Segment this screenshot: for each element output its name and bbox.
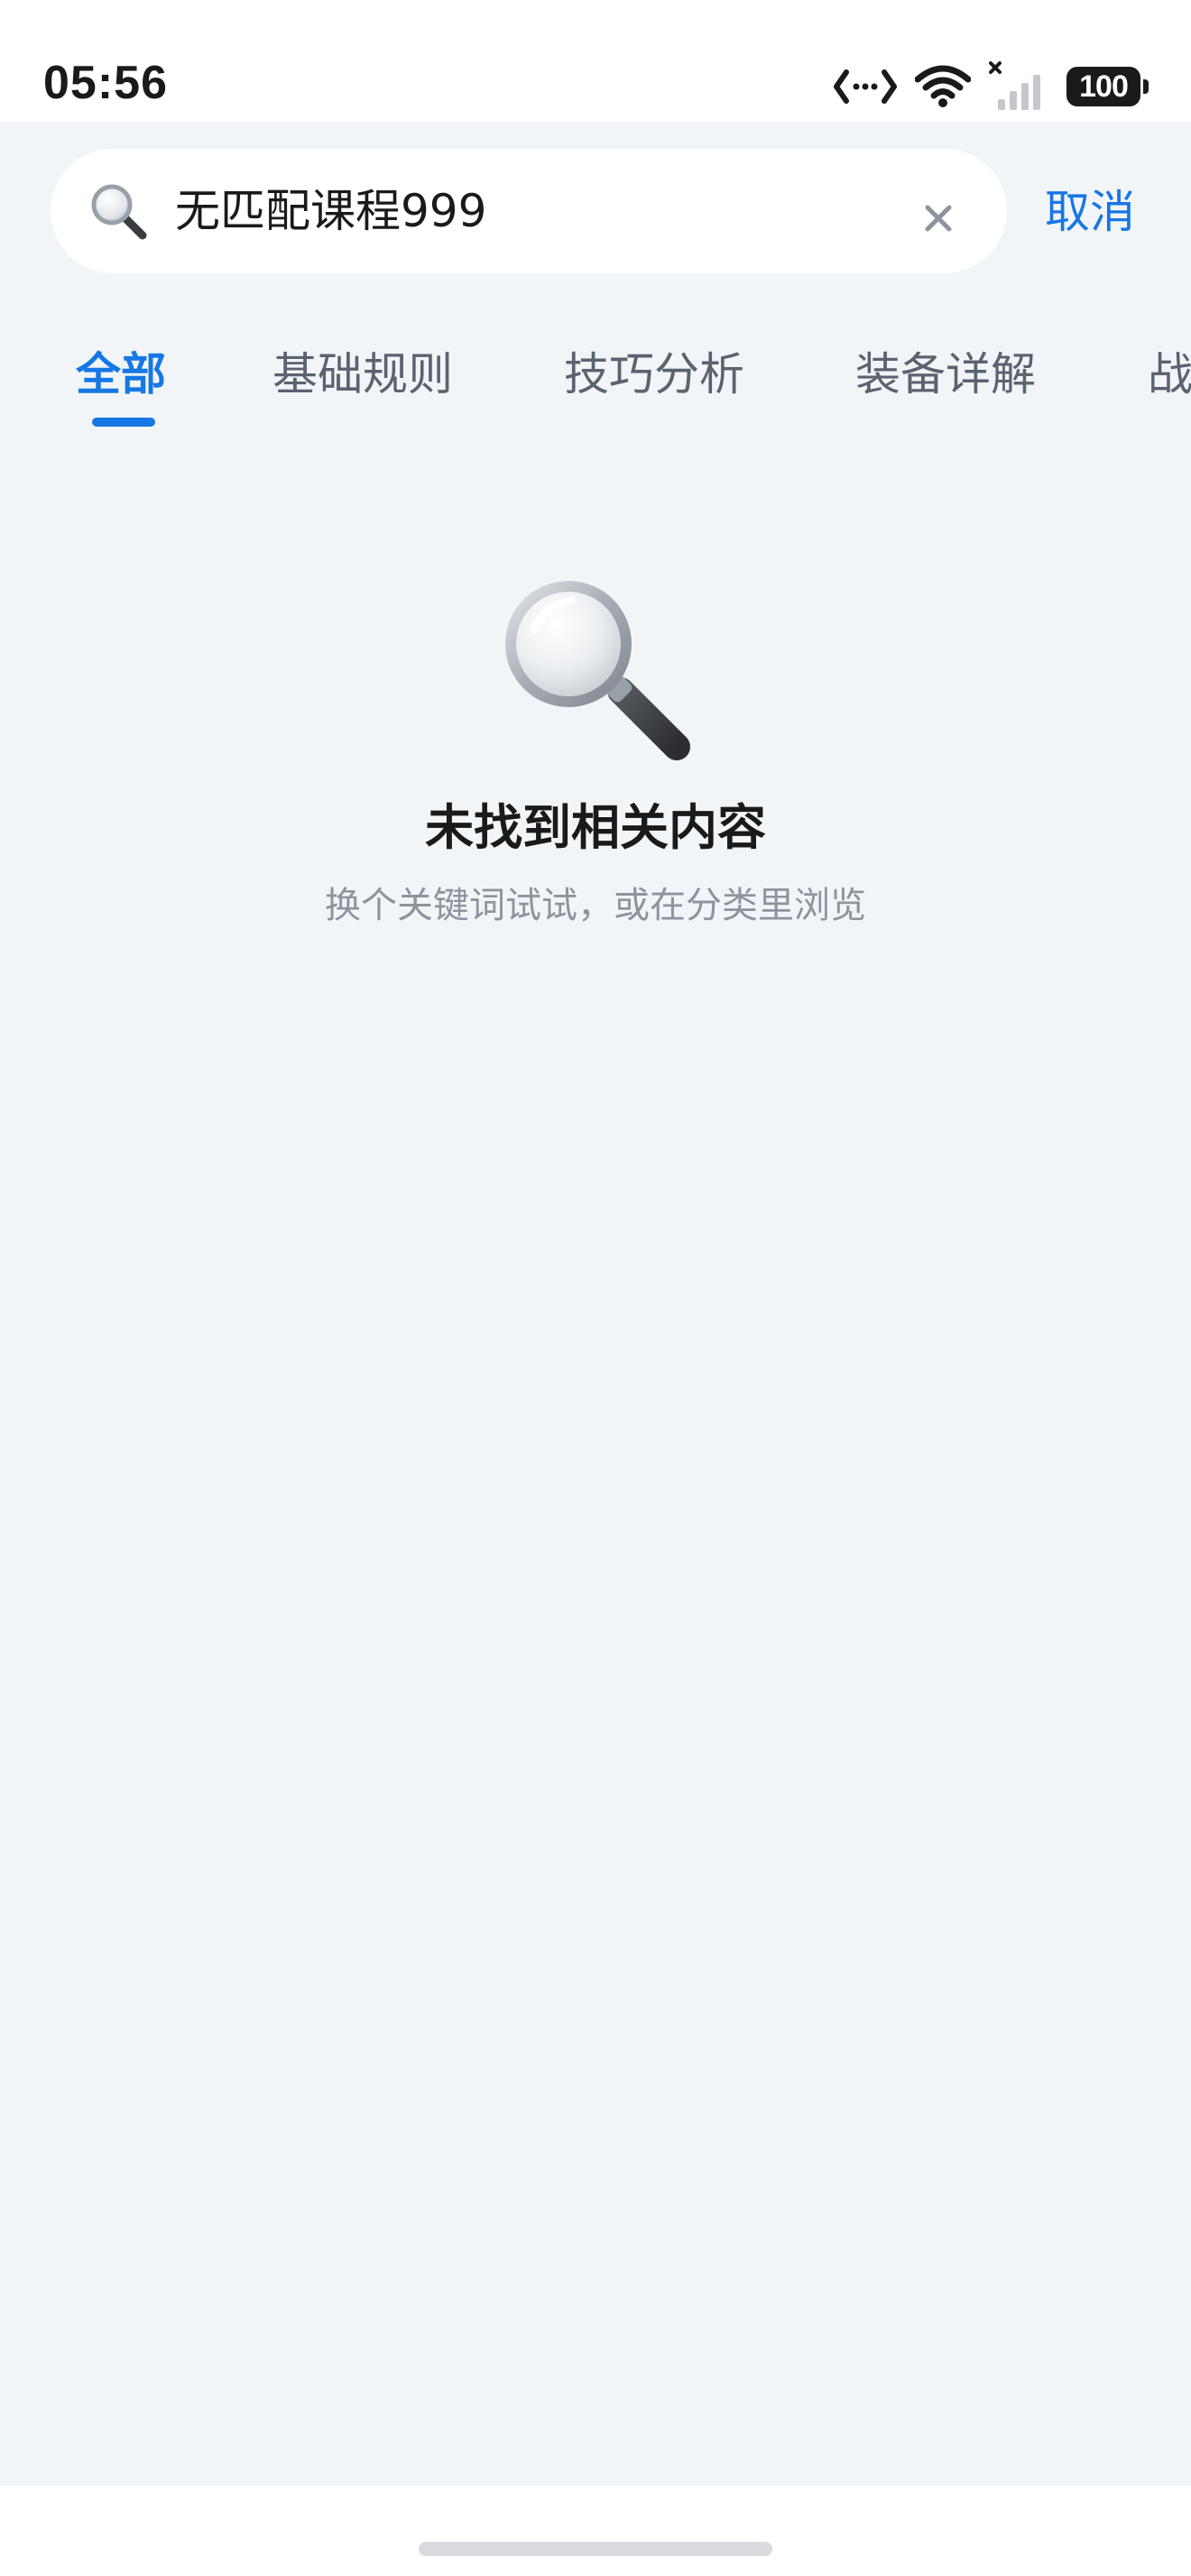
cellular-no-signal-icon [989, 61, 1048, 112]
cancel-button[interactable]: 取消 [1045, 176, 1135, 248]
clear-search-button[interactable] [911, 191, 965, 245]
active-tab-indicator [92, 418, 155, 427]
close-icon [925, 205, 952, 232]
battery-icon: 100 [1066, 67, 1149, 106]
status-time: 05:56 [43, 57, 168, 109]
tab-skill-analysis[interactable]: 技巧分析 [564, 334, 744, 415]
search-query[interactable]: 无匹配课程999 [175, 149, 486, 273]
status-icons: 100 [834, 61, 1149, 112]
status-bar: 05:56 100 [0, 0, 1191, 122]
bottom-bar [0, 2486, 1191, 2576]
tab-strategy[interactable]: 战 [1148, 334, 1191, 415]
empty-state-subtitle: 换个关键词试试，或在分类里浏览 [325, 885, 866, 926]
wifi-icon [915, 65, 971, 108]
data-transfer-icon [834, 67, 897, 106]
tab-basic-rules[interactable]: 基础规则 [272, 334, 453, 415]
empty-state-title: 未找到相关内容 [425, 799, 766, 856]
magnifier-icon [88, 181, 148, 241]
tab-all[interactable]: 全部 [76, 334, 166, 415]
tab-equipment-details[interactable]: 装备详解 [855, 334, 1036, 415]
search-input[interactable]: 无匹配课程999 [51, 149, 1007, 273]
home-indicator[interactable] [419, 2542, 772, 2556]
battery-level: 100 [1079, 69, 1129, 104]
magnifier-illustration-icon [494, 574, 697, 767]
category-tabs: 全部 基础规则 技巧分析 装备详解 战 [0, 334, 1191, 433]
